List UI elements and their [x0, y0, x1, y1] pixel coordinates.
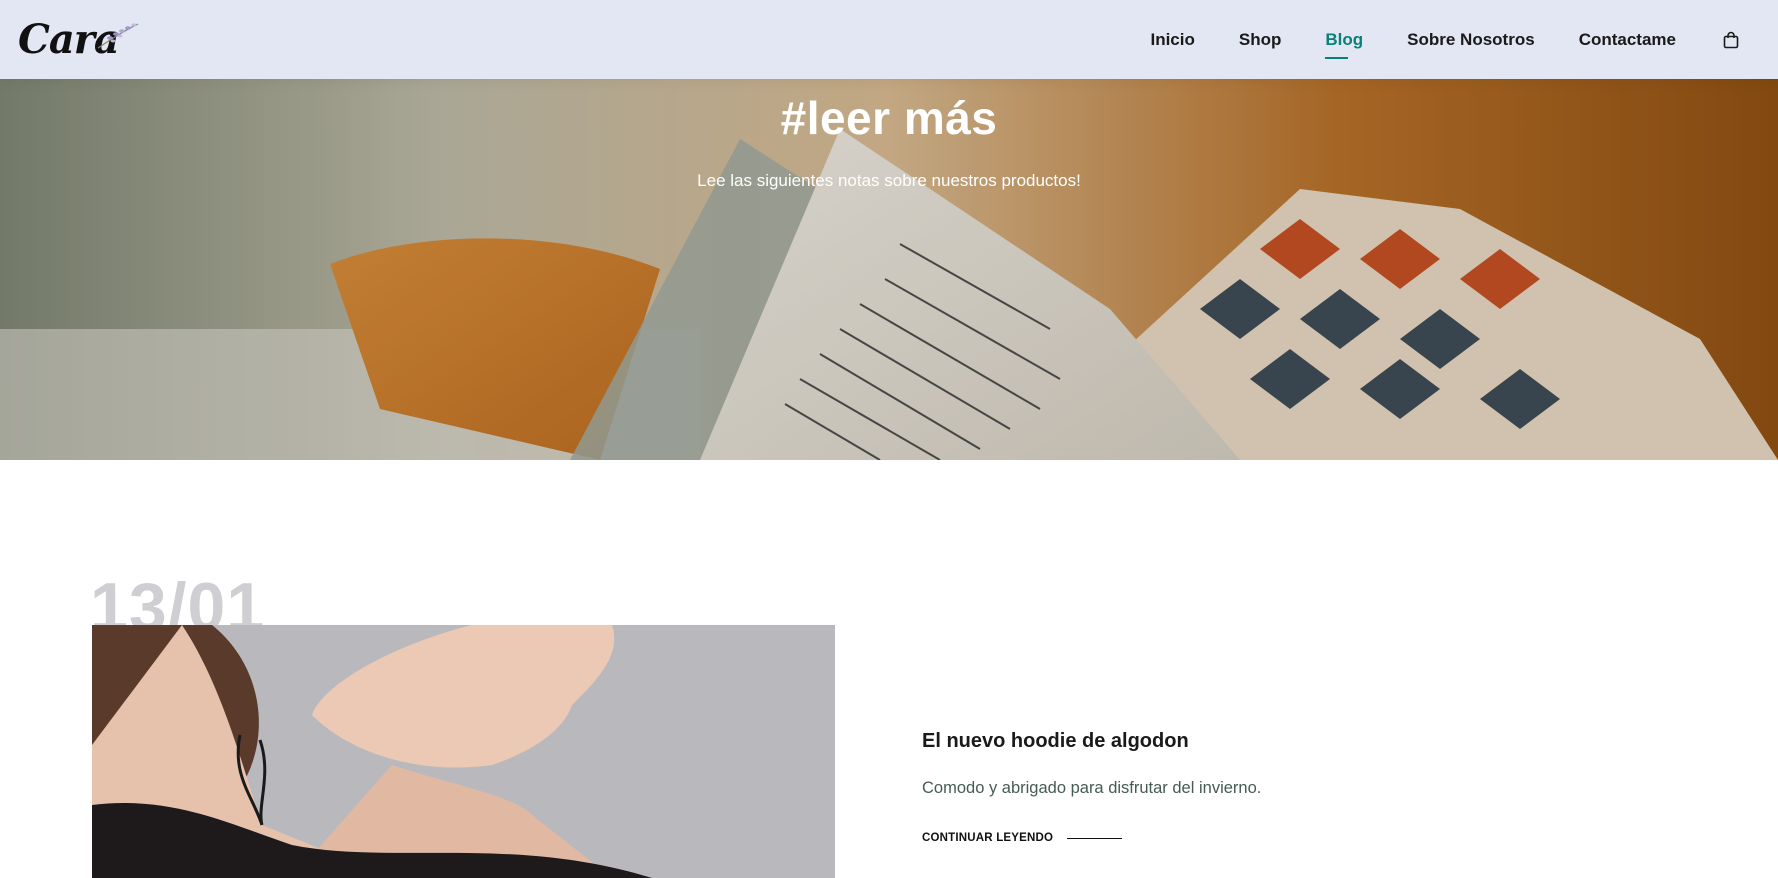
continue-reading-label: CONTINUAR LEYENDO [922, 832, 1054, 844]
nav-item-inicio[interactable]: Inicio [1150, 30, 1194, 50]
hero-subtitle: Lee las siguientes notas sobre nuestros … [697, 171, 1081, 190]
logo[interactable]: Cara [18, 12, 139, 68]
hero-title: #leer más [780, 92, 998, 144]
post-excerpt: Comodo y abrigado para disfrutar del inv… [922, 779, 1262, 797]
nav-item-sobre-nosotros[interactable]: Sobre Nosotros [1407, 30, 1535, 50]
shopping-bag-glyph [1723, 31, 1739, 48]
nav-item-contactame[interactable]: Contactame [1579, 30, 1676, 50]
main-nav: Inicio Shop Blog Sobre Nosotros Contacta… [1106, 30, 1740, 59]
continue-reading-link[interactable]: CONTINUAR LEYENDO [922, 832, 1123, 844]
post-image[interactable] [92, 625, 835, 878]
site-header: Cara Inicio Shop Blog Sobre Nosotros Con… [0, 0, 1778, 79]
hero-banner: #leer más Lee las siguientes notas sobre… [0, 79, 1778, 460]
read-more-divider [1067, 837, 1123, 839]
nav-item-shop[interactable]: Shop [1239, 30, 1282, 50]
woman-portrait-image [92, 625, 835, 878]
nav-item-blog[interactable]: Blog [1325, 30, 1363, 59]
lavender-sprig-icon [97, 22, 139, 48]
nav-list: Inicio Shop Blog Sobre Nosotros Contacta… [1106, 30, 1740, 59]
shopping-bag-icon[interactable] [1722, 31, 1740, 49]
post-title[interactable]: El nuevo hoodie de algodon [922, 730, 1189, 753]
